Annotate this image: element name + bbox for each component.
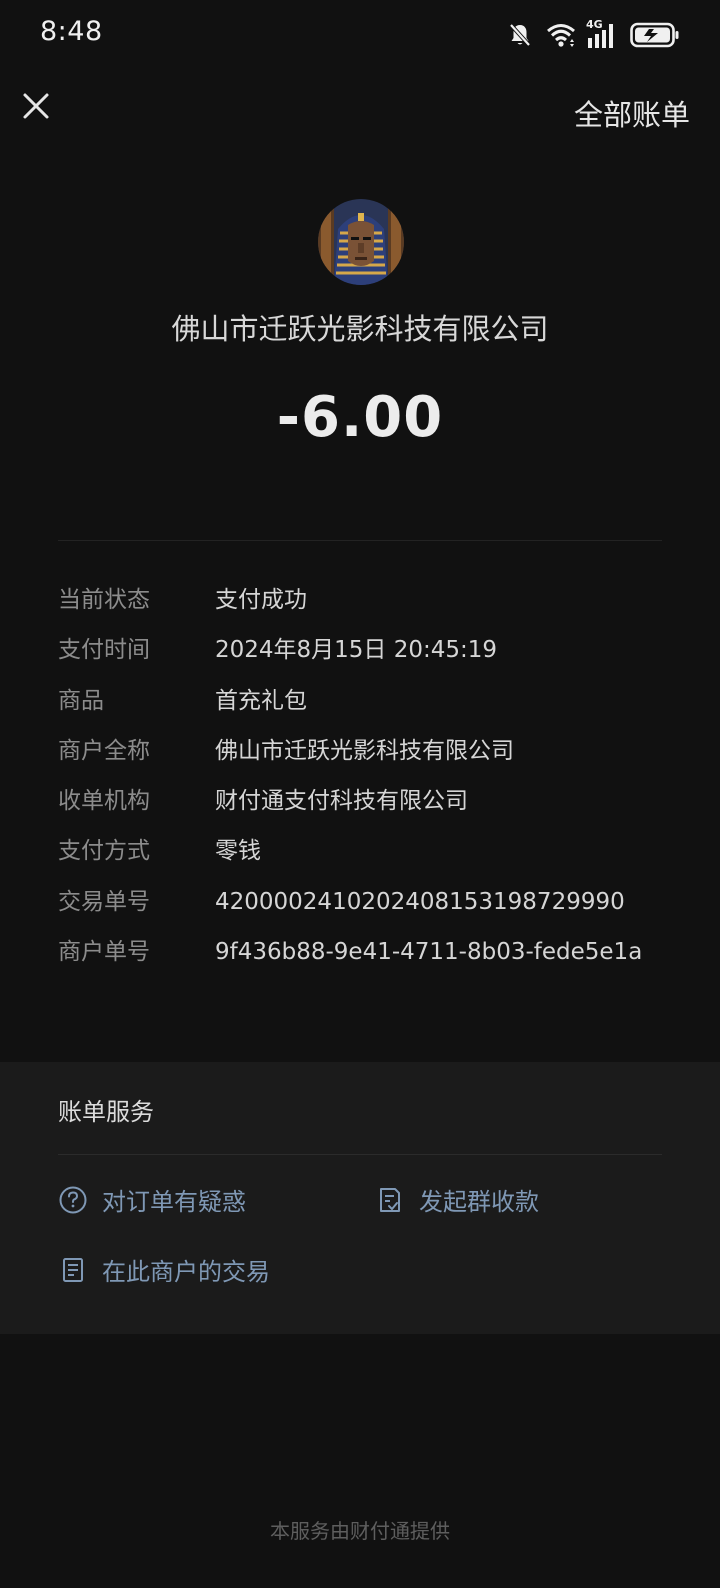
detail-label: 支付方式 xyxy=(58,838,150,865)
wifi-icon xyxy=(546,22,576,48)
detail-value: 财付通支付科技有限公司 xyxy=(215,788,468,815)
signal-icon: 4G xyxy=(586,18,620,50)
transaction-details: 当前状态 支付成功 支付时间 2024年8月15日 20:45:19 商品 首充… xyxy=(58,584,698,986)
detail-value: 2024年8月15日 20:45:19 xyxy=(215,637,498,664)
bell-muted-icon xyxy=(508,22,532,48)
detail-value: 支付成功 xyxy=(215,587,307,613)
close-icon xyxy=(23,93,49,119)
detail-value[interactable]: 9f436b88-9e41-4711-8b03-fede5e1a xyxy=(215,936,698,968)
group-collect-link[interactable]: 发起群收款 xyxy=(375,1182,539,1217)
service-item-label: 发起群收款 xyxy=(419,1188,539,1216)
detail-row-transaction-number: 交易单号 4200002410202408153198729990 xyxy=(58,886,698,936)
detail-label: 商品 xyxy=(58,687,104,714)
status-time: 8:48 xyxy=(40,16,103,47)
detail-row-payment-method: 支付方式 零钱 xyxy=(58,835,698,885)
status-bar: 8:48 4G xyxy=(0,0,720,72)
close-button[interactable] xyxy=(14,84,58,128)
detail-row-merchant-order-number: 商户单号 9f436b88-9e41-4711-8b03-fede5e1a xyxy=(58,936,698,986)
group-collect-icon xyxy=(375,1185,405,1215)
nav-bar: 全部账单 xyxy=(0,72,720,154)
detail-value: 佛山市迁跃光影科技有限公司 xyxy=(215,737,514,764)
detail-label: 支付时间 xyxy=(58,637,150,664)
divider xyxy=(58,540,662,541)
detail-row-status: 当前状态 支付成功 xyxy=(58,584,698,634)
detail-label: 商户全称 xyxy=(58,737,150,764)
detail-label: 收单机构 xyxy=(58,788,150,815)
detail-value: 零钱 xyxy=(215,838,261,865)
detail-label: 当前状态 xyxy=(58,587,150,613)
detail-row-time: 支付时间 2024年8月15日 20:45:19 xyxy=(58,634,698,684)
service-title: 账单服务 xyxy=(58,1098,154,1126)
detail-row-acquirer: 收单机构 财付通支付科技有限公司 xyxy=(58,785,698,835)
battery-icon xyxy=(630,22,680,48)
footer-provider-note: 本服务由财付通提供 xyxy=(270,1519,450,1543)
bill-service-card: 账单服务 对订单有疑惑 发起群收款 在此商户的交易 xyxy=(0,1062,720,1334)
document-list-icon xyxy=(58,1255,88,1285)
divider xyxy=(58,1154,662,1155)
service-item-label: 对订单有疑惑 xyxy=(102,1188,246,1216)
service-item-label: 在此商户的交易 xyxy=(102,1258,270,1286)
detail-value: 首充礼包 xyxy=(215,687,307,714)
merchant-transactions-link[interactable]: 在此商户的交易 xyxy=(58,1252,270,1287)
detail-row-merchant-full-name: 商户全称 佛山市迁跃光影科技有限公司 xyxy=(58,735,698,785)
merchant-name: 佛山市迁跃光影科技有限公司 xyxy=(171,312,549,346)
status-icons: 4G xyxy=(508,18,680,50)
detail-row-product: 商品 首充礼包 xyxy=(58,685,698,735)
detail-value[interactable]: 4200002410202408153198729990 xyxy=(215,886,698,918)
question-circle-icon xyxy=(58,1185,88,1215)
payment-amount: -6.00 xyxy=(276,385,444,450)
detail-label: 交易单号 xyxy=(58,888,150,915)
detail-label: 商户单号 xyxy=(58,939,150,966)
merchant-avatar xyxy=(318,199,404,285)
order-question-link[interactable]: 对订单有疑惑 xyxy=(58,1182,246,1217)
all-bills-link[interactable]: 全部账单 xyxy=(574,92,690,134)
